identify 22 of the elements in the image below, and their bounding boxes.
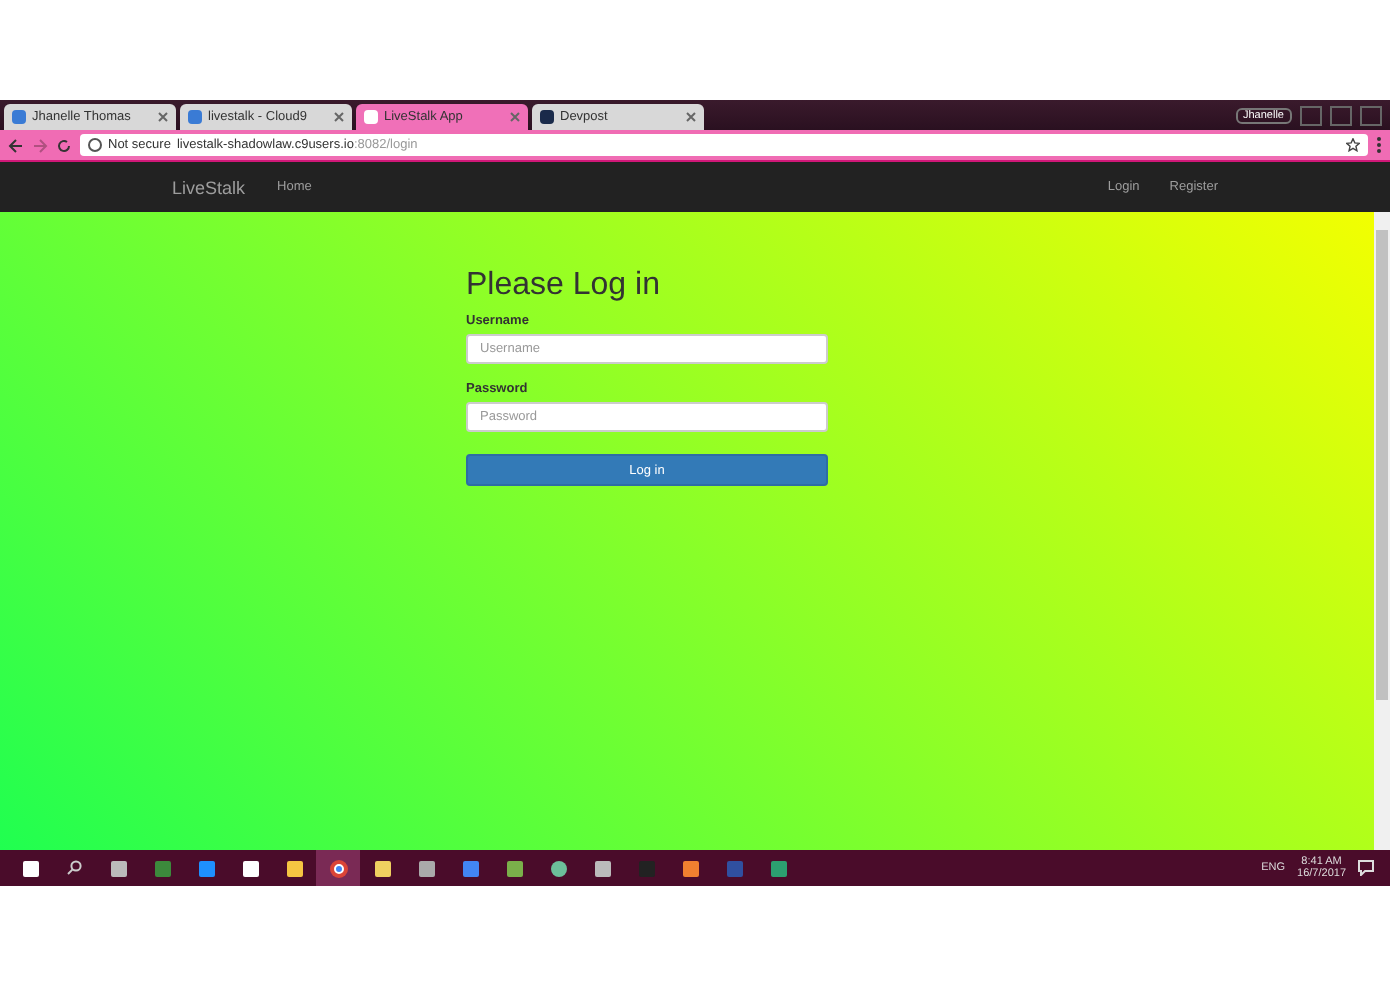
- brand-link[interactable]: LiveStalk: [172, 177, 246, 197]
- app-icon[interactable]: [417, 859, 435, 877]
- notification-icon[interactable]: [1358, 860, 1374, 876]
- menu-icon[interactable]: [1376, 136, 1382, 154]
- form-title: Please Log in: [466, 268, 662, 304]
- favicon-icon: [12, 110, 26, 124]
- info-icon: [88, 138, 102, 152]
- favicon-icon: [188, 110, 202, 124]
- app-icon[interactable]: [593, 859, 611, 877]
- favicon-icon: [364, 110, 378, 124]
- app-icon[interactable]: [241, 859, 259, 877]
- star-icon[interactable]: [1346, 138, 1360, 152]
- app-icon[interactable]: [505, 859, 523, 877]
- app-icon[interactable]: [109, 859, 127, 877]
- app-icon[interactable]: [285, 859, 303, 877]
- app-icon[interactable]: [373, 859, 391, 877]
- back-icon[interactable]: [8, 137, 24, 153]
- reload-icon[interactable]: [56, 137, 72, 153]
- app-icon[interactable]: [549, 859, 567, 877]
- favicon-icon: [540, 110, 554, 124]
- search-icon[interactable]: [66, 860, 82, 876]
- scrollbar[interactable]: [1374, 212, 1390, 850]
